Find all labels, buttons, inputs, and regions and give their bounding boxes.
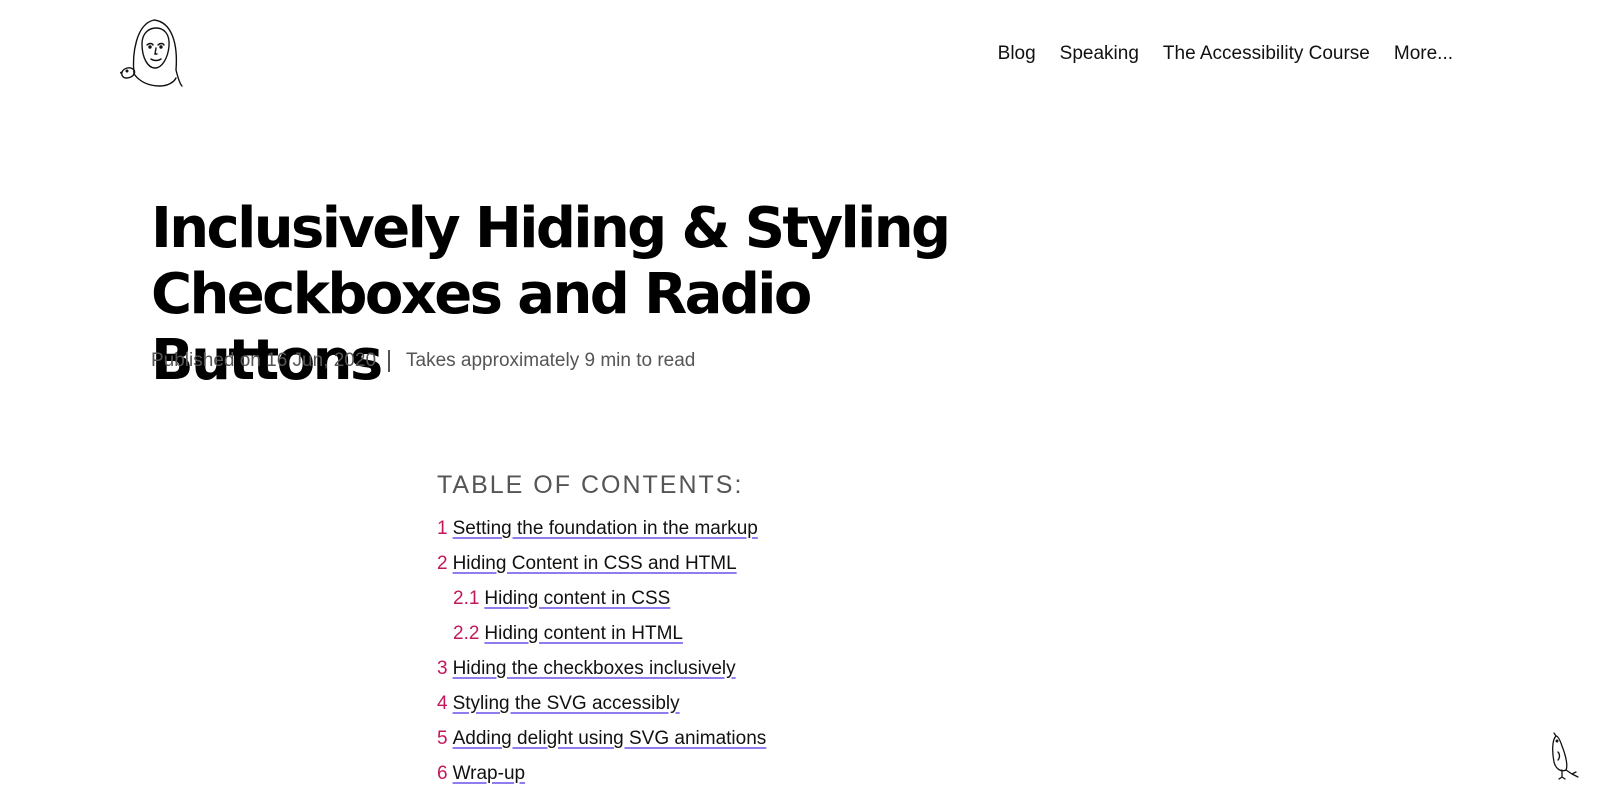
toc-item: 2 Hiding Content in CSS and HTML bbox=[437, 549, 766, 584]
toc-item-number: 3 bbox=[437, 658, 448, 679]
toc-item-number: 4 bbox=[437, 693, 448, 714]
nav-accessibility-course-link[interactable]: The Accessibility Course bbox=[1163, 40, 1370, 68]
toc-item-number: 6 bbox=[437, 763, 448, 784]
page: Blog Speaking The Accessibility Course M… bbox=[0, 0, 1600, 800]
toc-heading: TABLE OF CONTENTS: bbox=[437, 471, 744, 499]
toc-link[interactable]: Wrap-up bbox=[453, 763, 526, 784]
toc-item-number: 2.1 bbox=[453, 588, 480, 609]
toc-link[interactable]: Hiding content in CSS bbox=[484, 588, 670, 609]
toc-link[interactable]: Styling the SVG accessibly bbox=[453, 693, 680, 714]
published-date: Published on 16 Jun, 2020 bbox=[151, 350, 377, 371]
toc-item-number: 2.2 bbox=[453, 623, 480, 644]
toc-item-number: 5 bbox=[437, 728, 448, 749]
toc-subitem: 2.2 Hiding content in HTML bbox=[437, 619, 766, 654]
main-nav: Blog Speaking The Accessibility Course M… bbox=[998, 40, 1453, 68]
toc-link[interactable]: Hiding the checkboxes inclusively bbox=[453, 658, 736, 679]
site-logo-link[interactable] bbox=[119, 14, 184, 88]
toc-item-number: 1 bbox=[437, 518, 448, 539]
meta-divider bbox=[388, 350, 391, 372]
toc-link[interactable]: Setting the foundation in the markup bbox=[453, 518, 758, 539]
author-illustration-icon bbox=[119, 19, 183, 87]
nav-blog-link[interactable]: Blog bbox=[998, 40, 1036, 68]
toc-item: 3 Hiding the checkboxes inclusively bbox=[437, 654, 766, 689]
toc-item: 4 Styling the SVG accessibly bbox=[437, 689, 766, 724]
toc-link[interactable]: Adding delight using SVG animations bbox=[453, 728, 767, 749]
toc-item: 6 Wrap-up bbox=[437, 759, 766, 794]
bird-doodle bbox=[1548, 730, 1584, 780]
article-meta: Published on 16 Jun, 2020 Takes approxim… bbox=[151, 350, 695, 372]
toc-subitem: 2.1 Hiding content in CSS bbox=[437, 584, 766, 619]
toc-item: 5 Adding delight using SVG animations bbox=[437, 724, 766, 759]
nav-more-link[interactable]: More... bbox=[1394, 40, 1453, 68]
toc-item: 1 Setting the foundation in the markup bbox=[437, 514, 766, 549]
bird-doodle-icon bbox=[1552, 732, 1579, 780]
table-of-contents: 1 Setting the foundation in the markup 2H… bbox=[437, 514, 766, 794]
reading-time: Takes approximately 9 min to read bbox=[406, 350, 696, 371]
toc-link[interactable]: Hiding content in HTML bbox=[484, 623, 683, 644]
toc-link[interactable]: Hiding Content in CSS and HTML bbox=[453, 553, 737, 574]
nav-speaking-link[interactable]: Speaking bbox=[1060, 40, 1139, 68]
toc-item-number: 2 bbox=[437, 553, 448, 574]
